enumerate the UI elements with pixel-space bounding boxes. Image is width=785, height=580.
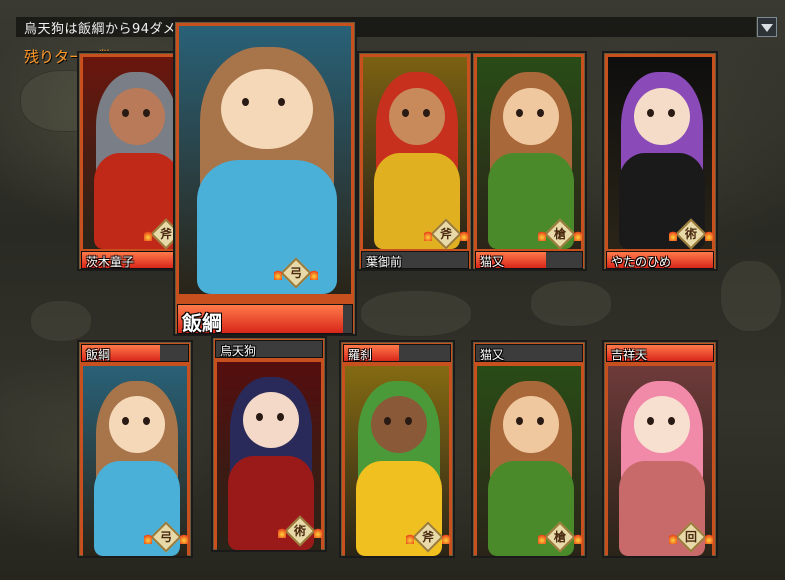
hp-bar: 羅刹: [343, 344, 451, 362]
flame-icon: [278, 526, 286, 538]
character-card[interactable]: 槍 猫又: [471, 340, 587, 558]
character-name: 烏天狗: [220, 344, 257, 358]
cave-rock: [530, 280, 612, 327]
class-emblem-label: 斧: [439, 227, 452, 241]
flame-icon: [705, 229, 713, 241]
character-name: 吉祥天: [611, 348, 648, 362]
class-emblem-label: 術: [684, 227, 697, 241]
character-portrait: [363, 57, 467, 249]
flame-icon: [669, 532, 677, 544]
flame-icon: [424, 229, 432, 241]
hp-bar: やたのひめ: [606, 251, 714, 269]
character-name: 葉御前: [366, 255, 403, 269]
flame-icon: [538, 532, 546, 544]
hp-bar: 葉御前: [361, 251, 469, 269]
cave-rock: [360, 290, 472, 337]
character-card[interactable]: 斧 羅刹: [339, 340, 455, 558]
flame-icon: [705, 532, 713, 544]
character-card[interactable]: 槍猫又: [471, 51, 587, 271]
hp-bar: 烏天狗: [215, 340, 323, 358]
flame-icon: [274, 268, 282, 280]
character-card[interactable]: 術 烏天狗: [211, 336, 327, 552]
hp-bar: 猫又: [475, 344, 583, 362]
character-name: 飯綱: [86, 348, 111, 362]
character-name: 茨木童子: [86, 255, 135, 269]
attacking-card[interactable]: 弓飯綱: [173, 20, 357, 336]
flame-icon: [669, 229, 677, 241]
flame-icon: [574, 532, 582, 544]
hp-bar: 吉祥天: [606, 344, 714, 362]
flame-icon: [144, 532, 152, 544]
character-eye: [121, 108, 129, 117]
class-emblem-label: 槍: [553, 530, 566, 544]
character-face: [370, 396, 428, 454]
character-name: 猫又: [480, 348, 505, 362]
flame-icon: [442, 532, 450, 544]
class-emblem-label: 弓: [159, 530, 172, 544]
character-face: [502, 87, 560, 146]
flame-icon: [144, 229, 152, 241]
character-face: [502, 396, 560, 454]
hp-bar: 飯綱: [177, 304, 353, 335]
character-face: [108, 87, 166, 146]
character-portrait: [477, 57, 581, 249]
class-emblem-label: 弓: [289, 266, 302, 280]
character-face: [221, 68, 313, 150]
flame-icon: [574, 229, 582, 241]
character-card[interactable]: 回 吉祥天: [602, 340, 718, 558]
character-face: [108, 396, 166, 454]
character-face: [388, 87, 446, 146]
hp-bar: 猫又: [475, 251, 583, 269]
flame-icon: [314, 526, 322, 538]
flame-icon: [538, 229, 546, 241]
cave-rock: [720, 260, 782, 332]
character-name: 飯綱: [182, 311, 222, 335]
flame-icon: [460, 229, 468, 241]
class-emblem-label: 槍: [553, 227, 566, 241]
character-card[interactable]: 弓 飯綱: [77, 340, 193, 558]
character-face: [633, 87, 691, 146]
menu-dropdown-button[interactable]: [757, 17, 777, 37]
character-portrait: [83, 57, 187, 249]
character-name: 羅刹: [348, 348, 373, 362]
class-emblem-label: 斧: [421, 530, 434, 544]
character-face: [633, 396, 691, 454]
cave-rock: [30, 300, 92, 342]
hp-bar: 飯綱: [81, 344, 189, 362]
character-eye: [401, 108, 409, 117]
character-name: 猫又: [480, 255, 505, 269]
character-card[interactable]: 術やたのひめ: [602, 51, 718, 271]
character-face: [242, 392, 300, 449]
class-emblem-label: 回: [684, 530, 697, 544]
character-eye: [277, 98, 285, 107]
character-eye: [255, 412, 263, 421]
character-eye: [515, 108, 523, 117]
flame-icon: [180, 532, 188, 544]
flame-icon: [406, 532, 414, 544]
class-emblem-label: 術: [293, 524, 306, 538]
flame-icon: [310, 268, 318, 280]
character-portrait: [608, 57, 712, 249]
battle-field: 烏天狗は飯綱から94ダメージ受けた！ 残りターン数 3 斧茨木童子斧葉御前槍猫又…: [0, 0, 785, 580]
attacker-portrait: [179, 26, 351, 294]
character-eye: [646, 108, 654, 117]
character-card[interactable]: 斧葉御前: [357, 51, 473, 271]
character-name: やたのひめ: [611, 255, 672, 269]
